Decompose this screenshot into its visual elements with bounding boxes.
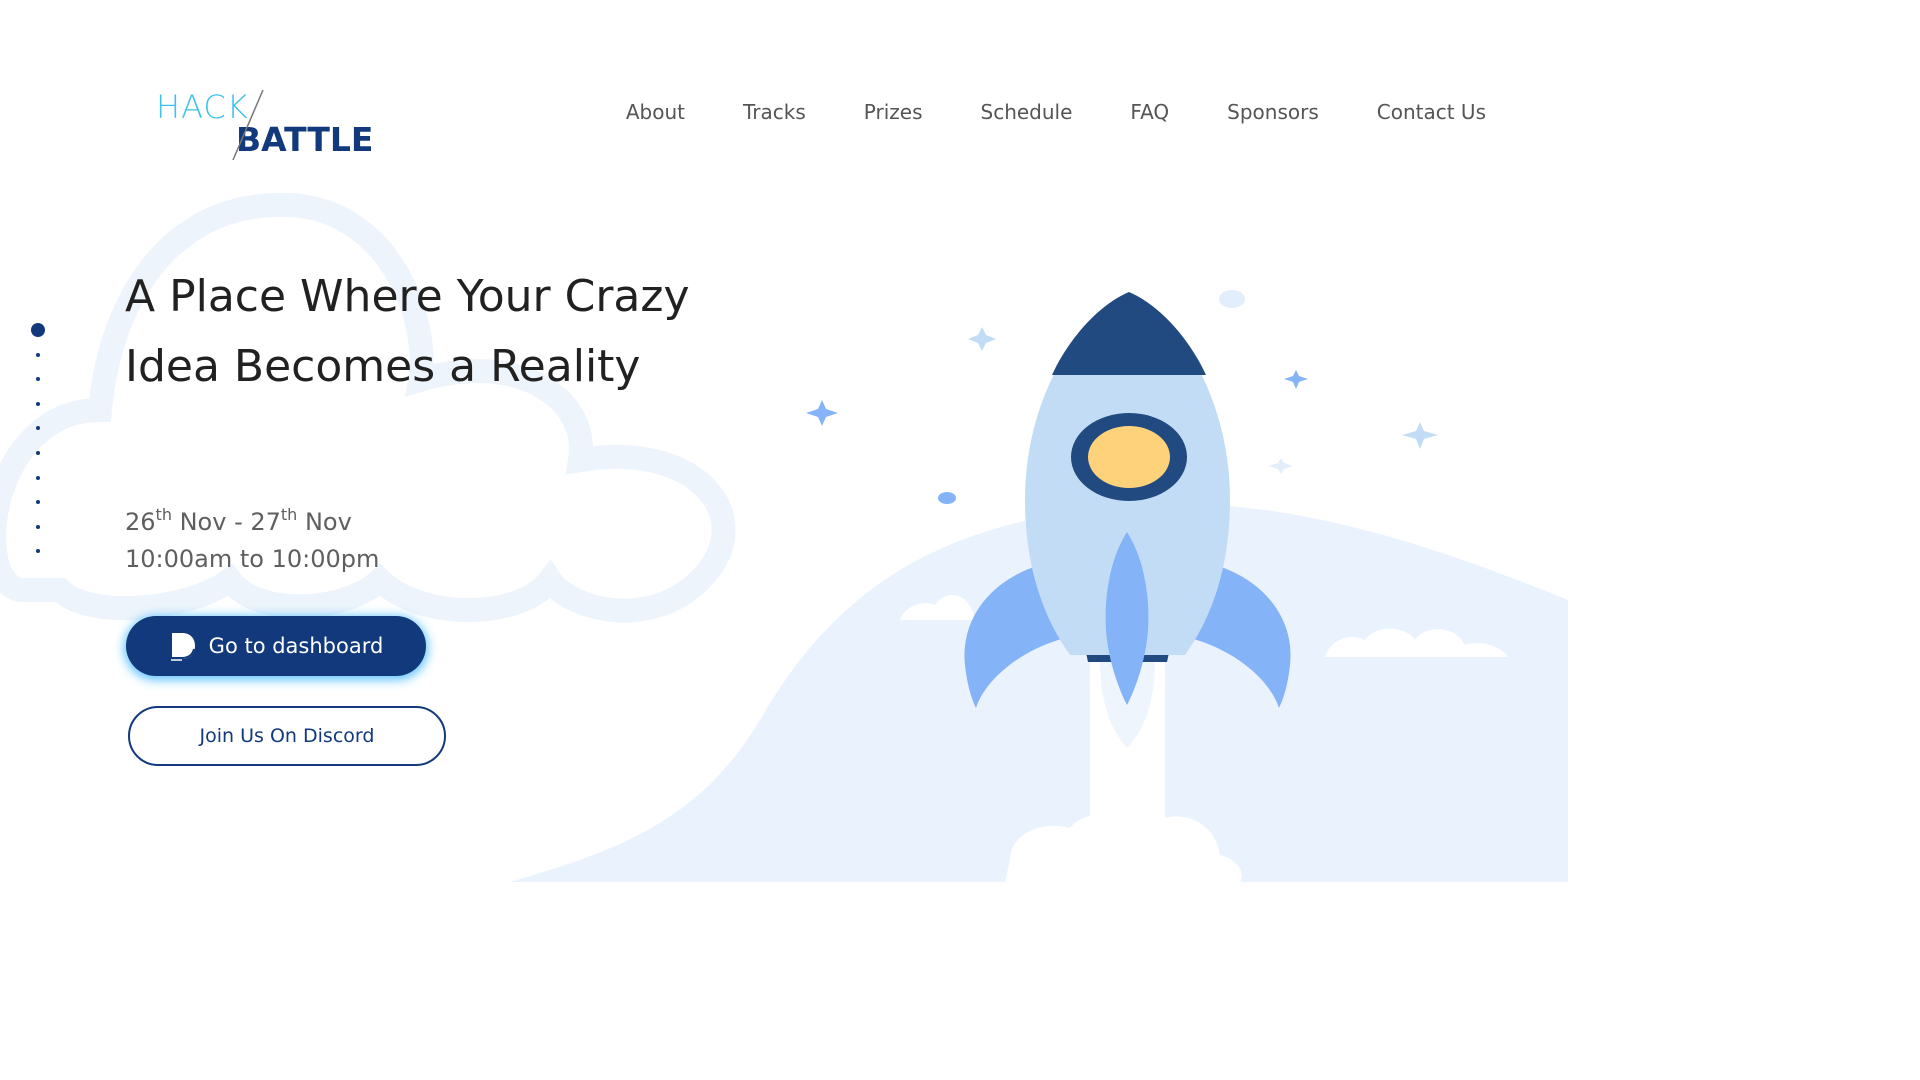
hero-title: A Place Where Your Crazy Idea Becomes a … [125, 271, 690, 392]
nav-contact[interactable]: Contact Us [1377, 100, 1486, 124]
logo-slash-icon [232, 89, 264, 161]
nav-faq[interactable]: FAQ [1130, 100, 1169, 124]
section-dot[interactable] [36, 500, 40, 504]
discord-button-label: Join Us On Discord [199, 725, 375, 747]
nav-sponsors[interactable]: Sponsors [1227, 100, 1319, 124]
section-dot[interactable] [36, 476, 40, 480]
go-to-dashboard-button[interactable]: Go to dashboard [126, 616, 426, 676]
date-range: 26th Nov - 27th Nov [125, 505, 352, 537]
section-dot[interactable] [36, 426, 40, 430]
section-dot[interactable] [36, 353, 40, 357]
section-dot[interactable] [36, 402, 40, 406]
section-dot[interactable] [36, 549, 40, 553]
section-dot[interactable] [36, 377, 40, 381]
nav-schedule[interactable]: Schedule [981, 100, 1073, 124]
join-discord-button[interactable]: Join Us On Discord [128, 706, 446, 766]
event-time: 10:00am to 10:00pm [125, 545, 380, 573]
rocket-illustration [806, 290, 1438, 882]
nav-tracks[interactable]: Tracks [743, 100, 806, 124]
nav-about[interactable]: About [626, 100, 685, 124]
main-nav: About Tracks Prizes Schedule FAQ Sponsor… [568, 100, 1486, 124]
section-indicator [30, 322, 48, 562]
dashboard-button-label: Go to dashboard [208, 634, 384, 658]
section-dot-active[interactable] [31, 323, 45, 337]
hackbattle-logo[interactable]: HACK BATTLE [150, 84, 390, 166]
event-dates: 26th Nov - 27th Nov 10:00am to 10:00pm [125, 504, 379, 578]
section-dot[interactable] [36, 525, 40, 529]
section-dot[interactable] [36, 451, 40, 455]
dashboard-icon [169, 633, 195, 661]
nav-prizes[interactable]: Prizes [864, 100, 923, 124]
